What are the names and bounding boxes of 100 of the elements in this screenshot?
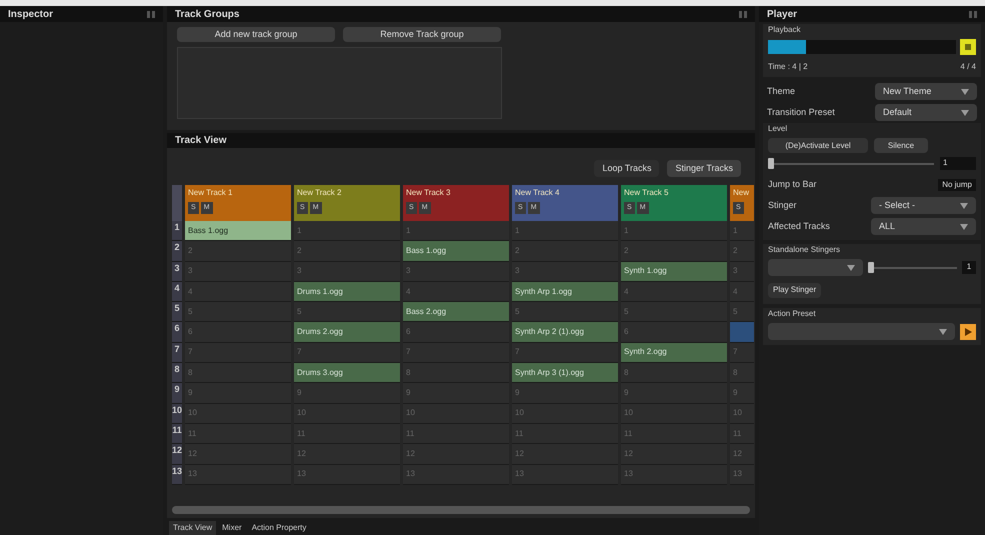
empty-slot[interactable]: 7 [294, 342, 400, 364]
slider-thumb[interactable] [768, 158, 774, 169]
play-stinger-button[interactable]: Play Stinger [768, 282, 822, 298]
silence-button[interactable]: Silence [874, 138, 928, 153]
empty-slot[interactable]: 1 [730, 221, 754, 242]
empty-slot[interactable]: 5 [730, 302, 754, 322]
transition-select[interactable]: Default [875, 104, 977, 121]
clip-slot[interactable]: Synth Arp 2 (1).ogg [512, 322, 618, 343]
level-input[interactable]: 1 [940, 157, 976, 170]
empty-slot[interactable]: 6 [185, 322, 292, 343]
empty-slot[interactable]: 1 [621, 221, 728, 242]
empty-slot[interactable]: 2 [294, 241, 400, 262]
stinger-select[interactable]: - Select - [871, 197, 976, 214]
empty-slot[interactable]: 10 [512, 404, 618, 424]
empty-slot[interactable]: 2 [730, 241, 754, 262]
clip-slot[interactable]: Bass 1.ogg [185, 221, 292, 242]
empty-slot[interactable]: 9 [730, 383, 754, 404]
clip-slot[interactable]: Synth Arp 3 (1).ogg [512, 363, 618, 384]
clip-slot[interactable]: Bass 1.ogg [403, 241, 510, 262]
empty-slot[interactable]: 8 [621, 363, 728, 384]
horizontal-scrollbar[interactable] [172, 506, 750, 514]
empty-slot[interactable]: 8 [403, 363, 510, 384]
jump-spinner[interactable]: No jump [938, 178, 976, 190]
view-tab[interactable]: Track View [169, 521, 216, 535]
clip-slot[interactable]: Drums 1.ogg [294, 282, 400, 302]
empty-slot[interactable]: 1 [294, 221, 400, 242]
empty-slot[interactable]: 10 [730, 404, 754, 424]
play-button[interactable] [960, 324, 976, 340]
empty-slot[interactable]: 5 [185, 302, 292, 322]
stinger-count-input[interactable]: 1 [962, 261, 976, 274]
empty-slot[interactable]: 12 [294, 444, 400, 465]
empty-slot[interactable]: 12 [730, 444, 754, 465]
empty-slot[interactable]: 12 [403, 444, 510, 465]
empty-slot[interactable]: 9 [294, 383, 400, 404]
empty-slot[interactable]: 12 [185, 444, 292, 465]
empty-slot[interactable]: 5 [512, 302, 618, 322]
empty-slot[interactable]: 7 [403, 342, 510, 364]
empty-slot[interactable]: 5 [621, 302, 728, 322]
empty-slot[interactable]: 8 [730, 363, 754, 384]
track-filter-toggle[interactable]: Stinger Tracks [667, 160, 741, 177]
empty-slot[interactable]: 7 [512, 342, 618, 364]
slider-track[interactable] [768, 158, 934, 170]
clip-slot[interactable]: Synth Arp 1.ogg [512, 282, 618, 302]
empty-slot[interactable]: 13 [294, 464, 400, 485]
empty-slot[interactable]: 3 [294, 262, 400, 282]
empty-slot[interactable]: 13 [730, 464, 754, 485]
empty-slot[interactable]: 11 [185, 424, 292, 444]
empty-slot[interactable]: 10 [294, 404, 400, 424]
track-filter-toggle[interactable]: Loop Tracks [594, 160, 660, 177]
empty-slot[interactable]: 10 [403, 404, 510, 424]
view-tab[interactable]: Mixer [218, 521, 246, 535]
empty-slot[interactable]: 11 [403, 424, 510, 444]
empty-slot[interactable]: 6 [403, 322, 510, 343]
stop-button[interactable] [960, 39, 976, 55]
empty-slot[interactable]: 6 [621, 322, 728, 343]
empty-slot[interactable]: 7 [185, 342, 292, 364]
theme-select[interactable]: New Theme [875, 83, 977, 100]
empty-slot[interactable]: 13 [621, 464, 728, 485]
clip-slot[interactable]: Drums 2.ogg [294, 322, 400, 343]
empty-slot[interactable]: 7 [730, 342, 754, 364]
activate-level-button[interactable]: (De)Activate Level [768, 138, 868, 153]
empty-slot[interactable]: 3 [512, 262, 618, 282]
empty-slot[interactable]: 13 [403, 464, 510, 485]
empty-slot[interactable]: 2 [185, 241, 292, 262]
empty-slot[interactable]: 2 [621, 241, 728, 262]
empty-slot[interactable]: 3 [185, 262, 292, 282]
empty-slot[interactable]: 11 [512, 424, 618, 444]
empty-slot[interactable]: 13 [185, 464, 292, 485]
empty-slot[interactable]: 8 [185, 363, 292, 384]
empty-slot[interactable]: 10 [185, 404, 292, 424]
empty-slot[interactable]: 1 [403, 221, 510, 242]
empty-slot[interactable]: 9 [403, 383, 510, 404]
slider-thumb[interactable] [868, 262, 874, 273]
empty-slot[interactable]: 11 [730, 424, 754, 444]
empty-slot[interactable]: 2 [512, 241, 618, 262]
empty-slot[interactable]: 9 [185, 383, 292, 404]
empty-slot[interactable]: 11 [621, 424, 728, 444]
slider-track[interactable] [868, 262, 957, 274]
clip-slot[interactable]: Drums 3.ogg [294, 363, 400, 384]
track-group-button[interactable]: Remove Track group [343, 27, 501, 42]
view-tab[interactable]: Action Property [248, 521, 310, 535]
empty-slot[interactable]: 3 [403, 262, 510, 282]
affected-tracks-select[interactable]: ALL [871, 218, 976, 235]
track-name: New Track 3 [406, 187, 452, 199]
empty-slot[interactable]: 13 [512, 464, 618, 485]
clip-slot[interactable] [730, 322, 754, 343]
clip-slot[interactable]: Synth 2.ogg [621, 342, 728, 364]
empty-slot[interactable]: 1 [512, 221, 618, 242]
empty-slot[interactable]: 11 [294, 424, 400, 444]
empty-slot[interactable]: 10 [621, 404, 728, 424]
clip-slot[interactable]: Bass 2.ogg [403, 302, 510, 322]
empty-slot[interactable]: 12 [512, 444, 618, 465]
clip-slot[interactable]: Synth 1.ogg [621, 262, 728, 282]
empty-slot[interactable]: 5 [294, 302, 400, 322]
empty-slot[interactable]: 9 [621, 383, 728, 404]
empty-slot[interactable]: 9 [512, 383, 618, 404]
empty-slot[interactable]: 3 [730, 262, 754, 282]
empty-slot[interactable]: 12 [621, 444, 728, 465]
track-group-button[interactable]: Add new track group [177, 27, 335, 42]
row-number: 13 [172, 464, 182, 485]
